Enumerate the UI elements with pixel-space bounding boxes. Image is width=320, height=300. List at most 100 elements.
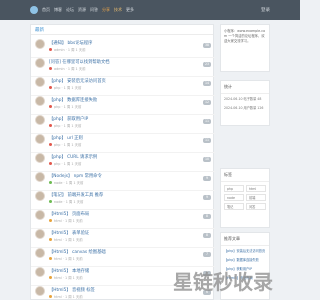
recommended-link[interactable]: 【php】数据库连接失败 [221,255,269,264]
avatar[interactable] [35,77,45,87]
tag-item[interactable]: 前端 [246,194,266,201]
recommended-link[interactable]: 【php】安装后无法访问首页 [221,246,269,255]
post-meta: php · 1 周 1 天前 [49,85,81,90]
post-meta: php · 1 周 1 天前 [49,161,81,166]
tag-item[interactable]: 笔记 [224,203,244,210]
category-dot-icon [49,48,52,51]
post-title[interactable]: 【php】 CURL 请求示例 [49,154,97,160]
post-title[interactable]: [问答] 在哪里可以找到帮助文档 [49,59,110,65]
post-meta-text: php · 1 周 1 天前 [54,105,82,109]
post-meta-text: node · 1 周 1 天前 [54,181,84,185]
nav-tech[interactable]: 技术 [114,7,122,13]
stats-panel: 统计 2024-06-10 帖子数量 48 2024-06-10 用户数量 12… [220,80,270,126]
tag-grid: php html node 前端 笔记 问答 [221,182,269,213]
avatar[interactable] [35,39,45,49]
post-meta: php · 1 周 1 天前 [49,104,81,109]
post-title[interactable]: 【Html5】 页面布局 [49,211,89,217]
post-meta-text: html · 1 周 1 天前 [54,219,83,223]
post-meta-text: php · 1 周 1 天前 [54,162,82,166]
category-dot-icon [49,67,52,70]
nav-forum[interactable]: 论坛 [66,7,74,13]
post-meta-text: html · 1 周 1 天前 [54,257,83,261]
category-dot-icon [49,200,52,203]
nav-qa[interactable]: 问答 [90,7,98,13]
nav-resources[interactable]: 资源 [78,7,86,13]
about-panel: 小程序：www.example.com 一个简洁的论坛程序，欢迎大家交流学习。 [220,24,270,72]
stat-item: 2024-06-10 帖子数量 48 [224,97,262,101]
post-title[interactable]: 【php】 安装后无法访问首页 [49,78,106,84]
post-title[interactable]: 【通知】 bbs论坛程序 [49,40,92,46]
post-meta: node · 1 周 1 天前 [49,180,83,185]
post-meta: html · 1 周 1 天前 [49,218,83,223]
post-meta: html · 1 周 1 天前 [49,237,83,242]
reply-count-badge: 14 [203,81,211,86]
post-meta-text: html · 1 周 1 天前 [54,276,83,280]
nav-share[interactable]: 分享 [102,7,110,13]
category-dot-icon [49,105,52,108]
tab-latest[interactable]: 最新 [35,27,44,33]
reply-count-badge: 38 [203,43,211,48]
nav-more[interactable]: 更多 [126,7,134,13]
watermark-text: 星链秒收录 [173,269,273,294]
tags-panel: 标签 php html node 前端 笔记 问答 [220,168,270,228]
post-title[interactable]: 【php】 获取用户IP [49,116,88,122]
avatar[interactable] [35,172,45,182]
post-list-header: 最新 [31,25,213,35]
tag-item[interactable]: html [246,185,266,192]
tag-item[interactable]: node [224,194,244,201]
post-meta-text: php · 1 周 1 天前 [54,124,82,128]
category-dot-icon [49,181,52,184]
category-dot-icon [49,276,52,279]
avatar[interactable] [35,153,45,163]
avatar[interactable] [35,96,45,106]
post-title[interactable]: 【Html5】 音视频 标签 [49,287,95,293]
reply-count-badge: 11 [203,119,211,124]
post-meta: html · 1 周 1 天前 [49,294,83,299]
nav-home[interactable]: 首页 [42,7,50,13]
post-meta: admin · 1 周 1 天前 [49,47,86,52]
post-meta-text: html · 1 周 1 天前 [54,238,83,242]
site-logo[interactable] [30,6,38,14]
reply-count-badge: 12 [203,100,211,105]
stat-item: 2024-06-10 用户数量 126 [224,106,264,110]
post-meta-text: php · 1 周 1 天前 [54,86,82,90]
post-meta: html · 1 周 1 天前 [49,275,83,280]
post-meta-text: php · 1 周 1 天前 [54,143,82,147]
category-dot-icon [49,219,52,222]
avatar[interactable] [35,210,45,220]
post-title[interactable]: 【Nodejs】 npm 常用命令 [49,173,102,179]
login-link[interactable]: 登录 [261,7,270,13]
post-title[interactable]: 【php】 url 正则 [49,135,83,141]
post-meta: node · 1 周 1 天前 [49,199,83,204]
post-title[interactable]: 【笔记】 前端开发工具 推荐 [49,192,103,198]
post-meta: php · 1 周 1 天前 [49,142,81,147]
post-meta-text: html · 1 周 1 天前 [54,295,83,299]
category-dot-icon [49,86,52,89]
post-title[interactable]: 【Html5】 表单验证 [49,230,89,236]
post-title[interactable]: 【php】 数据库连接失败 [49,97,97,103]
avatar[interactable] [35,286,45,296]
post-title[interactable]: 【Html5】 canvas 绘图基础 [49,249,106,255]
reply-count-badge: 23 [203,62,211,67]
avatar[interactable] [35,134,45,144]
avatar[interactable] [35,58,45,68]
nav-links: 首页 博客 论坛 资源 问答 分享 技术 更多 [30,0,134,20]
category-dot-icon [49,257,52,260]
reply-count-badge: 11 [203,138,211,143]
nav-blog[interactable]: 博客 [54,7,62,13]
post-meta-text: node · 1 周 1 天前 [54,200,84,204]
avatar[interactable] [35,267,45,277]
avatar[interactable] [35,191,45,201]
avatar[interactable] [35,248,45,258]
tag-item[interactable]: php [224,185,244,192]
post-title[interactable]: 【Html5】 本地存储 [49,268,89,274]
category-dot-icon [49,143,52,146]
category-dot-icon [49,124,52,127]
category-dot-icon [49,238,52,241]
tag-item[interactable]: 问答 [246,203,266,210]
stats-title: 统计 [221,81,269,94]
avatar[interactable] [35,229,45,239]
reply-count-badge: 8 [203,233,211,238]
post-meta-text: admin · 1 周 1 天前 [54,48,86,52]
avatar[interactable] [35,115,45,125]
